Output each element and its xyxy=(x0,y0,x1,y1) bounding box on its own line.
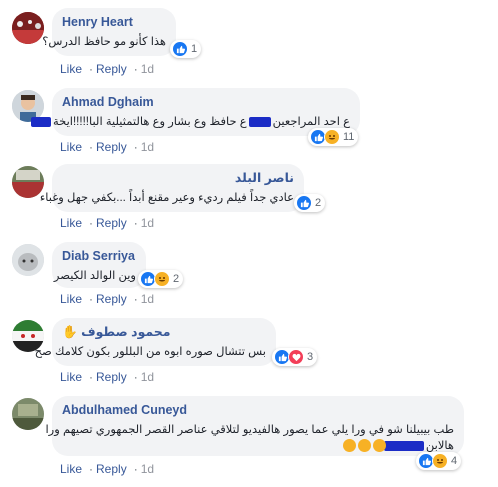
comment-actions: Like · Reply · 1d xyxy=(60,140,155,154)
like-button[interactable]: Like xyxy=(60,140,82,154)
reply-button[interactable]: Reply xyxy=(96,216,127,230)
like-button[interactable]: Like xyxy=(60,462,82,476)
laughing-emoji-icon xyxy=(373,439,386,453)
laughing-emoji-icon xyxy=(343,439,356,453)
reaction-count: 11 xyxy=(343,131,355,143)
avatar-image-icon xyxy=(12,398,44,430)
comment-author[interactable]: Diab Serriya xyxy=(62,249,136,264)
comment-author[interactable]: Ahmad Dghaim xyxy=(62,95,350,110)
redaction-mark xyxy=(248,116,271,127)
like-button[interactable]: Like xyxy=(60,370,82,384)
reply-button[interactable]: Reply xyxy=(96,292,127,306)
reactions-badge[interactable]: 3 xyxy=(272,348,318,366)
reaction-count: 4 xyxy=(451,455,458,467)
comment-text: وين الوالد الكيصر xyxy=(53,270,136,282)
comment-actions: Like · Reply · 1d xyxy=(60,292,155,306)
haha-reaction-icon xyxy=(154,271,170,287)
comment-author[interactable]: Abdulhamed Cuneyd xyxy=(62,403,454,418)
comment-author[interactable]: Henry Heart xyxy=(62,15,166,30)
comment-timestamp[interactable]: 1d xyxy=(141,462,154,476)
avatar[interactable] xyxy=(12,398,44,430)
reactions-badge[interactable]: 2 xyxy=(294,194,326,212)
comment-timestamp[interactable]: 1d xyxy=(141,216,154,230)
reactions-badge[interactable]: 2 xyxy=(138,270,184,288)
comment-author[interactable]: محمود صطوف ✋ xyxy=(62,325,266,340)
comment-timestamp[interactable]: 1d xyxy=(141,140,154,154)
avatar[interactable] xyxy=(12,244,44,276)
reply-button[interactable]: Reply xyxy=(96,462,127,476)
redaction-mark xyxy=(383,440,424,451)
reply-button[interactable]: Reply xyxy=(96,370,127,384)
comment-actions: Like · Reply · 1d xyxy=(60,462,155,476)
comment-bubble: ناصر البلد عادي جداً فيلم رديء وعير مقنع… xyxy=(39,164,304,212)
reaction-count: 3 xyxy=(307,351,314,363)
comment-bubble: Henry Heart هذا كأنو مو حافظ الدرس؟ xyxy=(42,8,176,56)
wave-hand-icon: ✋ xyxy=(62,325,78,339)
love-reaction-icon xyxy=(288,349,304,365)
comment-bubble: محمود صطوف ✋ بس تتشال صوره ابوه من البلل… xyxy=(34,318,276,366)
comment-text: بس تتشال صوره ابوه من البللور بكون كلامك… xyxy=(34,346,266,358)
comment-bubble: Diab Serriya وين الوالد الكيصر xyxy=(52,242,146,288)
reaction-count: 2 xyxy=(315,197,322,209)
laughing-emoji-icon xyxy=(358,439,371,453)
comment-timestamp[interactable]: 1d xyxy=(141,292,154,306)
redaction-mark xyxy=(31,116,51,127)
comment-text: طب بيبيلنا شو في ورا يلي عما يصور هالفيد… xyxy=(45,424,454,436)
comment-text-line2: هالابن xyxy=(62,438,454,454)
like-button[interactable]: Like xyxy=(60,216,82,230)
comment-text: ع احد المراجعينع حافظ وع بشار وع هالتمثي… xyxy=(31,114,350,130)
comment-actions: Like · Reply · 1d xyxy=(60,370,155,384)
reply-button[interactable]: Reply xyxy=(96,140,127,154)
reply-button[interactable]: Reply xyxy=(96,62,127,76)
avatar-image-icon xyxy=(12,12,44,44)
like-reaction-icon xyxy=(296,195,312,211)
comment-bubble: Abdulhamed Cuneyd طب بيبيلنا شو في ورا ي… xyxy=(45,396,464,456)
comment-timestamp[interactable]: 1d xyxy=(141,370,154,384)
comment-text: هذا كأنو مو حافظ الدرس؟ xyxy=(42,36,166,48)
reaction-count: 2 xyxy=(173,273,180,285)
like-button[interactable]: Like xyxy=(60,292,82,306)
comment-text: عادي جداً فيلم رديء وعير مقنع أبداً ...ب… xyxy=(39,192,294,204)
comment-timestamp[interactable]: 1d xyxy=(141,62,154,76)
reactions-badge[interactable]: 11 xyxy=(308,128,359,146)
comment-actions: Like · Reply · 1d xyxy=(60,62,155,76)
reaction-count: 1 xyxy=(191,43,198,55)
reactions-badge[interactable]: 4 xyxy=(416,452,462,470)
comment-author[interactable]: ناصر البلد xyxy=(62,171,294,186)
avatar[interactable] xyxy=(12,12,44,44)
like-reaction-icon xyxy=(172,41,188,57)
haha-reaction-icon xyxy=(432,453,448,469)
haha-reaction-icon xyxy=(324,129,340,145)
comment-actions: Like · Reply · 1d xyxy=(60,216,155,230)
avatar-image-icon xyxy=(12,244,44,276)
like-button[interactable]: Like xyxy=(60,62,82,76)
reactions-badge[interactable]: 1 xyxy=(170,40,202,58)
